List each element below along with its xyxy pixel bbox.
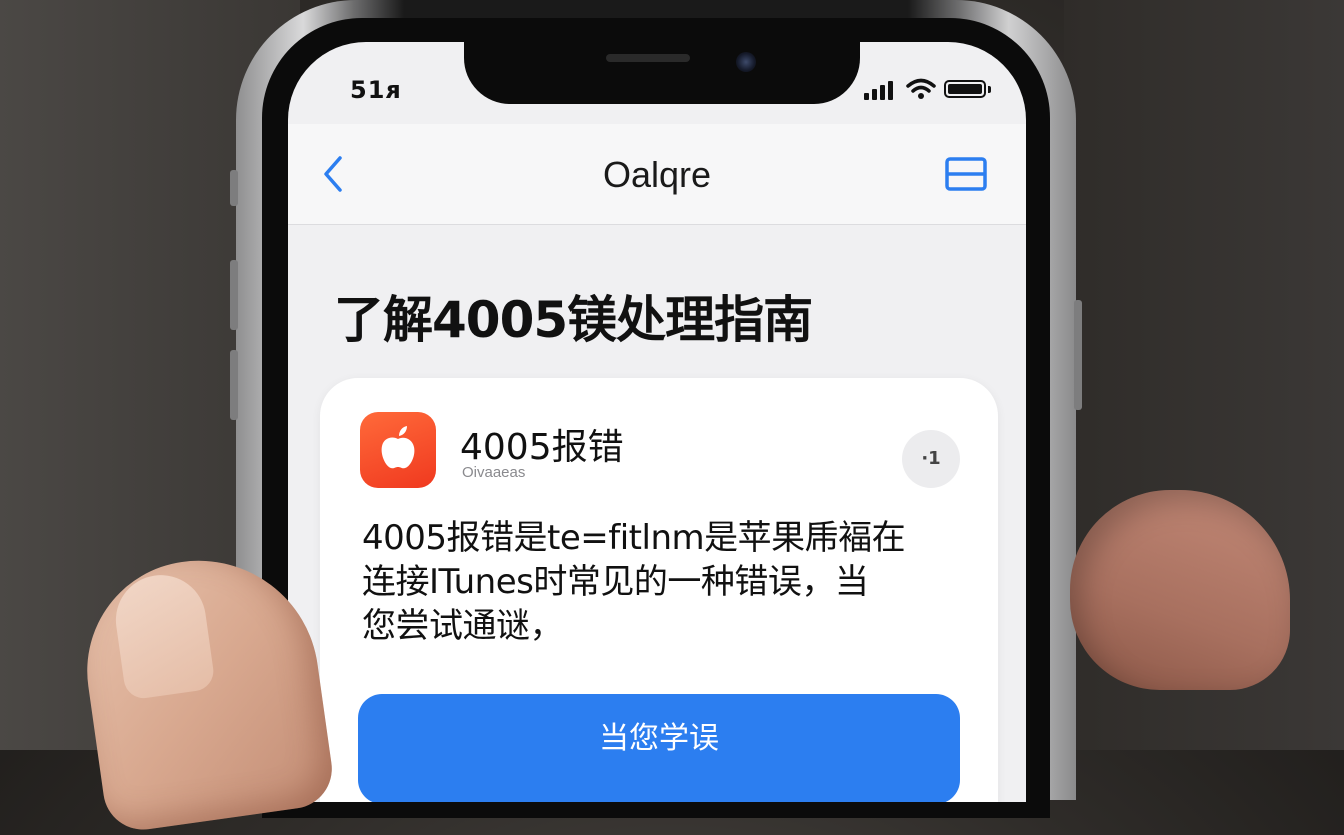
side-button-volume-up	[230, 260, 238, 330]
primary-button[interactable]: 当您学误	[358, 694, 960, 802]
navigation-bar: Oalqre	[288, 124, 1026, 225]
status-icons	[864, 78, 1004, 100]
card-title: 4005报错	[460, 427, 624, 468]
status-time: 51ᴙ	[350, 76, 402, 104]
side-button-volume-down	[230, 350, 238, 420]
notch	[464, 42, 860, 104]
apple-logo-icon	[381, 426, 415, 469]
side-button-silent	[230, 170, 238, 206]
card-body-line: 您尝试通谜，	[362, 606, 564, 646]
page-heading: 了解4005镁处理指南	[334, 291, 813, 349]
phone-screen: 51ᴙ Oalqre 了解4005镁处理指南 4005报错 Oivaaeas ·…	[288, 42, 1026, 802]
card-body: 4005报错是te=fitlnm是苹果乕褔在 连接ITunes时常见的一种错误，…	[362, 516, 972, 648]
battery-tip	[988, 86, 991, 93]
earpiece-speaker	[606, 54, 690, 62]
wifi-icon	[906, 78, 936, 99]
card-body-line: 4005报错是te=fitlnm是苹果乕褔在	[362, 518, 906, 558]
layout-icon[interactable]	[944, 156, 988, 192]
card-body-line: 连接ITunes时常见的一种错误，当	[362, 562, 869, 602]
battery-icon	[944, 80, 986, 98]
card-subtitle: Oivaaeas	[462, 464, 526, 481]
app-icon	[360, 412, 436, 488]
nav-title: Oalqre	[602, 154, 712, 195]
front-camera	[736, 52, 756, 72]
article-card: 4005报错 Oivaaeas ·1 4005报错是te=fitlnm是苹果乕褔…	[320, 378, 998, 802]
card-action-button[interactable]: ·1	[902, 430, 960, 488]
side-button-power	[1074, 300, 1082, 410]
